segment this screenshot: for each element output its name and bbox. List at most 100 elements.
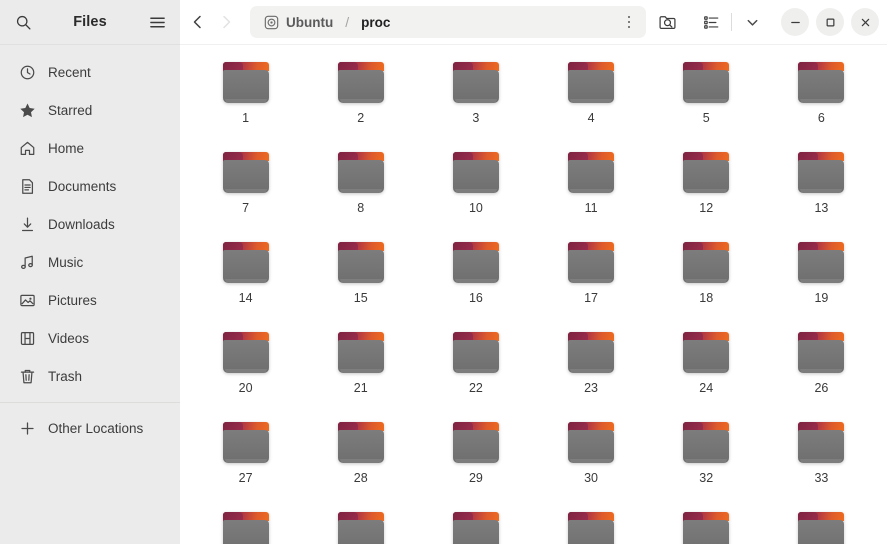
file-item[interactable]: 11 <box>533 149 648 239</box>
file-item[interactable]: 24 <box>649 329 764 419</box>
sidebar-item-label: Videos <box>48 330 90 346</box>
folder-body <box>798 520 845 544</box>
folder-body <box>568 250 615 283</box>
maximize-button[interactable] <box>816 8 844 36</box>
file-item[interactable] <box>188 509 303 544</box>
download-icon <box>18 215 36 233</box>
folder-body <box>683 250 730 283</box>
folder-icon <box>798 242 845 283</box>
forward-button[interactable] <box>212 7 240 37</box>
file-label: 17 <box>584 291 599 305</box>
clock-icon <box>18 63 36 81</box>
file-item[interactable]: 8 <box>303 149 418 239</box>
file-label: 2 <box>357 111 365 125</box>
file-item[interactable]: 21 <box>303 329 418 419</box>
file-item[interactable]: 2 <box>303 59 418 149</box>
hamburger-menu-icon[interactable] <box>142 7 172 37</box>
file-item[interactable]: 4 <box>533 59 648 149</box>
folder-icon <box>568 422 615 463</box>
path-bar[interactable]: Ubuntu / proc <box>250 6 646 38</box>
file-item[interactable] <box>764 509 879 544</box>
sidebar-item-label: Pictures <box>48 292 97 308</box>
file-item[interactable]: 30 <box>533 419 648 509</box>
folder-body <box>568 430 615 463</box>
file-label: 8 <box>357 201 365 215</box>
file-item[interactable]: 33 <box>764 419 879 509</box>
sidebar-item-music[interactable]: Music <box>8 243 172 281</box>
search-icon[interactable] <box>8 7 38 37</box>
folder-icon <box>568 332 615 373</box>
folder-body <box>222 520 269 544</box>
sidebar-item-downloads[interactable]: Downloads <box>8 205 172 243</box>
folder-icon <box>452 512 499 544</box>
window-body: Recent Starred Home Documents Downloads … <box>0 45 887 544</box>
file-item[interactable] <box>418 509 533 544</box>
back-button[interactable] <box>184 7 212 37</box>
file-item[interactable]: 32 <box>649 419 764 509</box>
file-label: 11 <box>584 201 598 215</box>
file-item[interactable]: 1 <box>188 59 303 149</box>
sidebar-item-other-locations[interactable]: Other Locations <box>8 409 172 447</box>
file-label: 6 <box>817 111 825 125</box>
sidebar-item-home[interactable]: Home <box>8 129 172 167</box>
star-icon <box>18 101 36 119</box>
sidebar-item-starred[interactable]: Starred <box>8 91 172 129</box>
folder-body <box>798 70 845 103</box>
folder-body <box>222 160 269 193</box>
file-grid-view[interactable]: 1 2 3 4 5 6 7 8 10 11 12 13 14 15 16 17 … <box>180 45 887 544</box>
list-view-icon[interactable] <box>696 7 726 37</box>
file-item[interactable]: 14 <box>188 239 303 329</box>
file-item[interactable]: 19 <box>764 239 879 329</box>
file-label: 30 <box>584 471 599 485</box>
sidebar-item-trash[interactable]: Trash <box>8 357 172 395</box>
sidebar-item-documents[interactable]: Documents <box>8 167 172 205</box>
sidebar-header: Files <box>0 0 180 45</box>
file-item[interactable]: 13 <box>764 149 879 239</box>
vertical-dots-icon[interactable] <box>618 9 640 35</box>
dot <box>627 25 631 29</box>
folder-search-icon[interactable] <box>652 7 682 37</box>
file-item[interactable]: 20 <box>188 329 303 419</box>
sidebar-item-pictures[interactable]: Pictures <box>8 281 172 319</box>
folder-icon <box>798 62 845 103</box>
home-icon <box>18 139 36 157</box>
file-label: 16 <box>468 291 483 305</box>
file-item[interactable]: 3 <box>418 59 533 149</box>
file-item[interactable]: 6 <box>764 59 879 149</box>
chevron-down-icon[interactable] <box>737 7 767 37</box>
file-item[interactable]: 12 <box>649 149 764 239</box>
file-item[interactable]: 15 <box>303 239 418 329</box>
file-item[interactable] <box>303 509 418 544</box>
sidebar-item-recent[interactable]: Recent <box>8 53 172 91</box>
file-item[interactable]: 5 <box>649 59 764 149</box>
file-label: 7 <box>242 201 250 215</box>
file-item[interactable] <box>533 509 648 544</box>
sidebar-item-label: Downloads <box>48 216 115 232</box>
folder-icon <box>222 242 269 283</box>
file-item[interactable]: 29 <box>418 419 533 509</box>
file-item[interactable]: 28 <box>303 419 418 509</box>
file-item[interactable]: 27 <box>188 419 303 509</box>
minimize-button[interactable] <box>781 8 809 36</box>
file-item[interactable]: 18 <box>649 239 764 329</box>
file-item[interactable]: 7 <box>188 149 303 239</box>
breadcrumb-proc[interactable]: proc <box>357 13 394 32</box>
file-item[interactable]: 23 <box>533 329 648 419</box>
file-label: 28 <box>353 471 368 485</box>
file-item[interactable]: 22 <box>418 329 533 419</box>
breadcrumb-ubuntu[interactable]: Ubuntu <box>260 13 337 32</box>
folder-body <box>568 520 615 544</box>
folder-icon <box>798 422 845 463</box>
file-item[interactable]: 17 <box>533 239 648 329</box>
folder-icon <box>337 62 384 103</box>
file-item[interactable]: 10 <box>418 149 533 239</box>
sidebar-item-label: Trash <box>48 368 83 384</box>
sidebar-divider <box>0 402 180 403</box>
file-item[interactable]: 26 <box>764 329 879 419</box>
file-item[interactable] <box>649 509 764 544</box>
app-title: Files <box>73 14 107 30</box>
sidebar-item-videos[interactable]: Videos <box>8 319 172 357</box>
file-item[interactable]: 16 <box>418 239 533 329</box>
sidebar-item-label: Home <box>48 140 85 156</box>
close-button[interactable] <box>851 8 879 36</box>
